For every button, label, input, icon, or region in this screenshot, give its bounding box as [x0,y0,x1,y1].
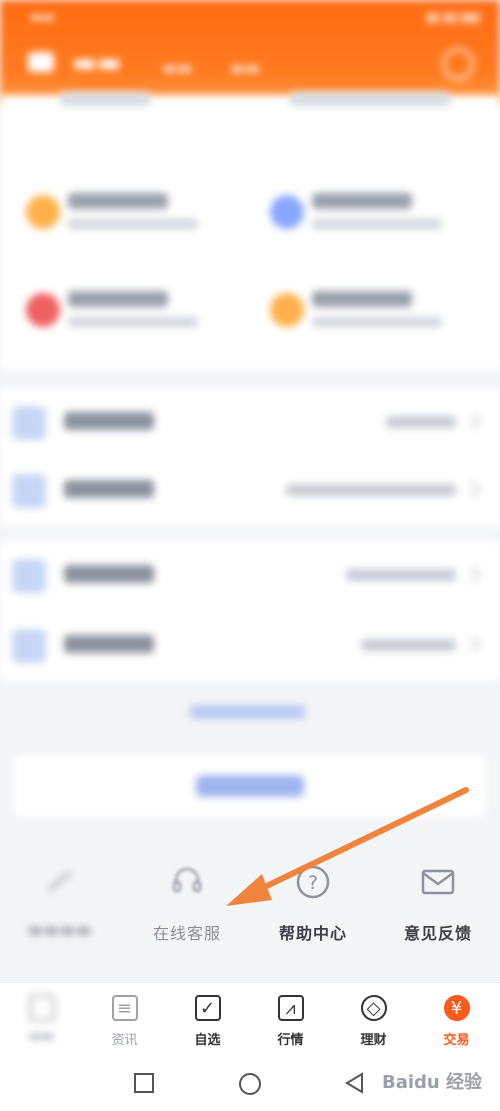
chart-icon: ⩘ [277,995,304,1021]
watermark: Baidu 经验 [381,1072,482,1093]
tab-label: 自选 [194,1033,221,1048]
bottom-tab-bar: ▬▬ ≡ 资讯 ✓ 自选 ⩘ 行情 ◇ 理财 ¥ 交易 [0,982,500,1053]
tab-wealth[interactable]: ◇ 理财 [332,983,415,1053]
tab-label: 理财 [360,1033,387,1048]
home-icon [28,995,55,1021]
tab-label: ▬▬ [29,1029,54,1044]
back-icon[interactable] [344,1072,366,1098]
tab-label: 交易 [443,1033,470,1048]
yuan-icon: ¥ [443,995,470,1021]
annotation-arrow [226,787,469,906]
tab-trade[interactable]: ¥ 交易 [415,983,498,1053]
home-circle-icon[interactable] [238,1072,262,1100]
news-icon: ≡ [111,995,138,1021]
recent-apps-icon[interactable] [133,1072,155,1098]
tab-home[interactable]: ▬▬ [0,983,83,1053]
tab-label: 资讯 [111,1033,138,1048]
checkbox-icon: ✓ [194,995,221,1021]
tab-market[interactable]: ⩘ 行情 [249,983,332,1053]
diamond-icon: ◇ [360,995,387,1021]
tab-label: 行情 [277,1033,304,1048]
tab-news[interactable]: ≡ 资讯 [83,983,166,1053]
tab-watchlist[interactable]: ✓ 自选 [166,983,249,1053]
